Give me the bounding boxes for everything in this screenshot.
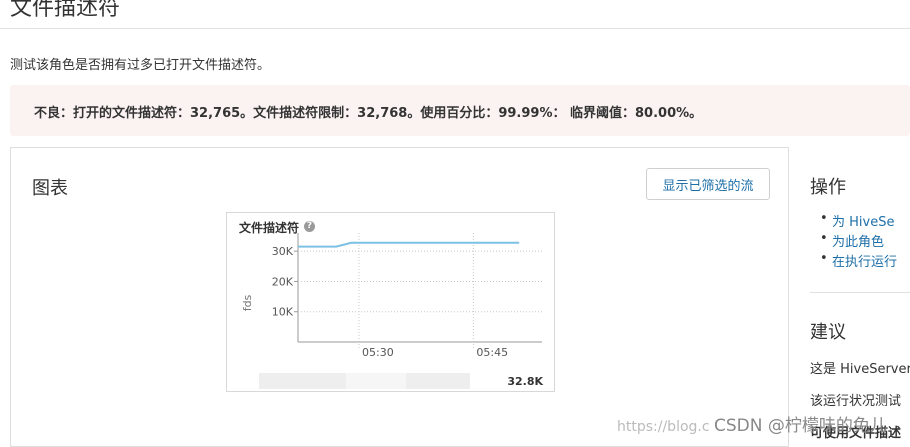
legend-placeholder — [259, 373, 346, 389]
page-description: 测试该角色是否拥有过多已打开文件描述符。 — [10, 58, 271, 73]
show-filtered-streams-button[interactable]: 显示已筛选的流 — [646, 168, 770, 200]
watermark-url: https://blog.c — [617, 419, 710, 435]
x-tick-label: 05:45 — [476, 346, 508, 359]
legend-placeholder — [346, 373, 406, 389]
legend-value: 32.8K — [507, 375, 543, 388]
sidebar-divider — [810, 292, 910, 293]
advice-line: 这是 HiveServer — [810, 362, 910, 377]
watermark-brand: CSDN @柠檬味的兔儿 — [714, 416, 887, 436]
actions-list: 为 HiveSe 为此角色 在执行运行 — [820, 211, 897, 271]
fd-chart[interactable]: 文件描述符 ? 10K 20K 30K 05:30 05:45 fds 32.8K — [226, 212, 555, 392]
series-line — [298, 241, 520, 248]
chart-plot: 10K 20K 30K 05:30 05:45 fds 32.8K — [241, 233, 543, 389]
action-link[interactable]: 在执行运行 — [820, 251, 897, 271]
charts-panel: 图表 显示已筛选的流 文件描述符 ? 10K 20K 30K 05:30 05:45 fd… — [10, 147, 789, 447]
page-title: 文件描述符 — [10, 0, 121, 21]
alert-text: 不良：打开的文件描述符：32,765。文件描述符限制：32,768。使用百分比：… — [34, 106, 703, 121]
page-header: 文件描述符 — [0, 0, 910, 29]
sidebar: 操作 为 HiveSe 为此角色 在执行运行 建议 这是 HiveServer … — [790, 147, 910, 447]
watermark: https://blog.c CSDN @柠檬味的兔儿 — [617, 411, 887, 436]
advice-heading: 建议 — [810, 322, 846, 343]
y-tick-label: 10K — [272, 306, 294, 319]
action-link[interactable]: 为 HiveSe — [820, 211, 897, 231]
charts-title: 图表 — [32, 178, 68, 199]
action-link[interactable]: 为此角色 — [820, 231, 897, 251]
actions-heading: 操作 — [810, 177, 846, 198]
x-tick-label: 05:30 — [362, 346, 394, 359]
legend-placeholder — [406, 373, 470, 389]
y-tick-label: 20K — [272, 275, 294, 288]
y-tick-label: 30K — [272, 245, 294, 258]
health-alert: 不良：打开的文件描述符：32,765。文件描述符限制：32,768。使用百分比：… — [10, 85, 910, 136]
advice-line: 该运行状况测试 — [810, 394, 902, 409]
y-axis-label: fds — [241, 294, 254, 311]
